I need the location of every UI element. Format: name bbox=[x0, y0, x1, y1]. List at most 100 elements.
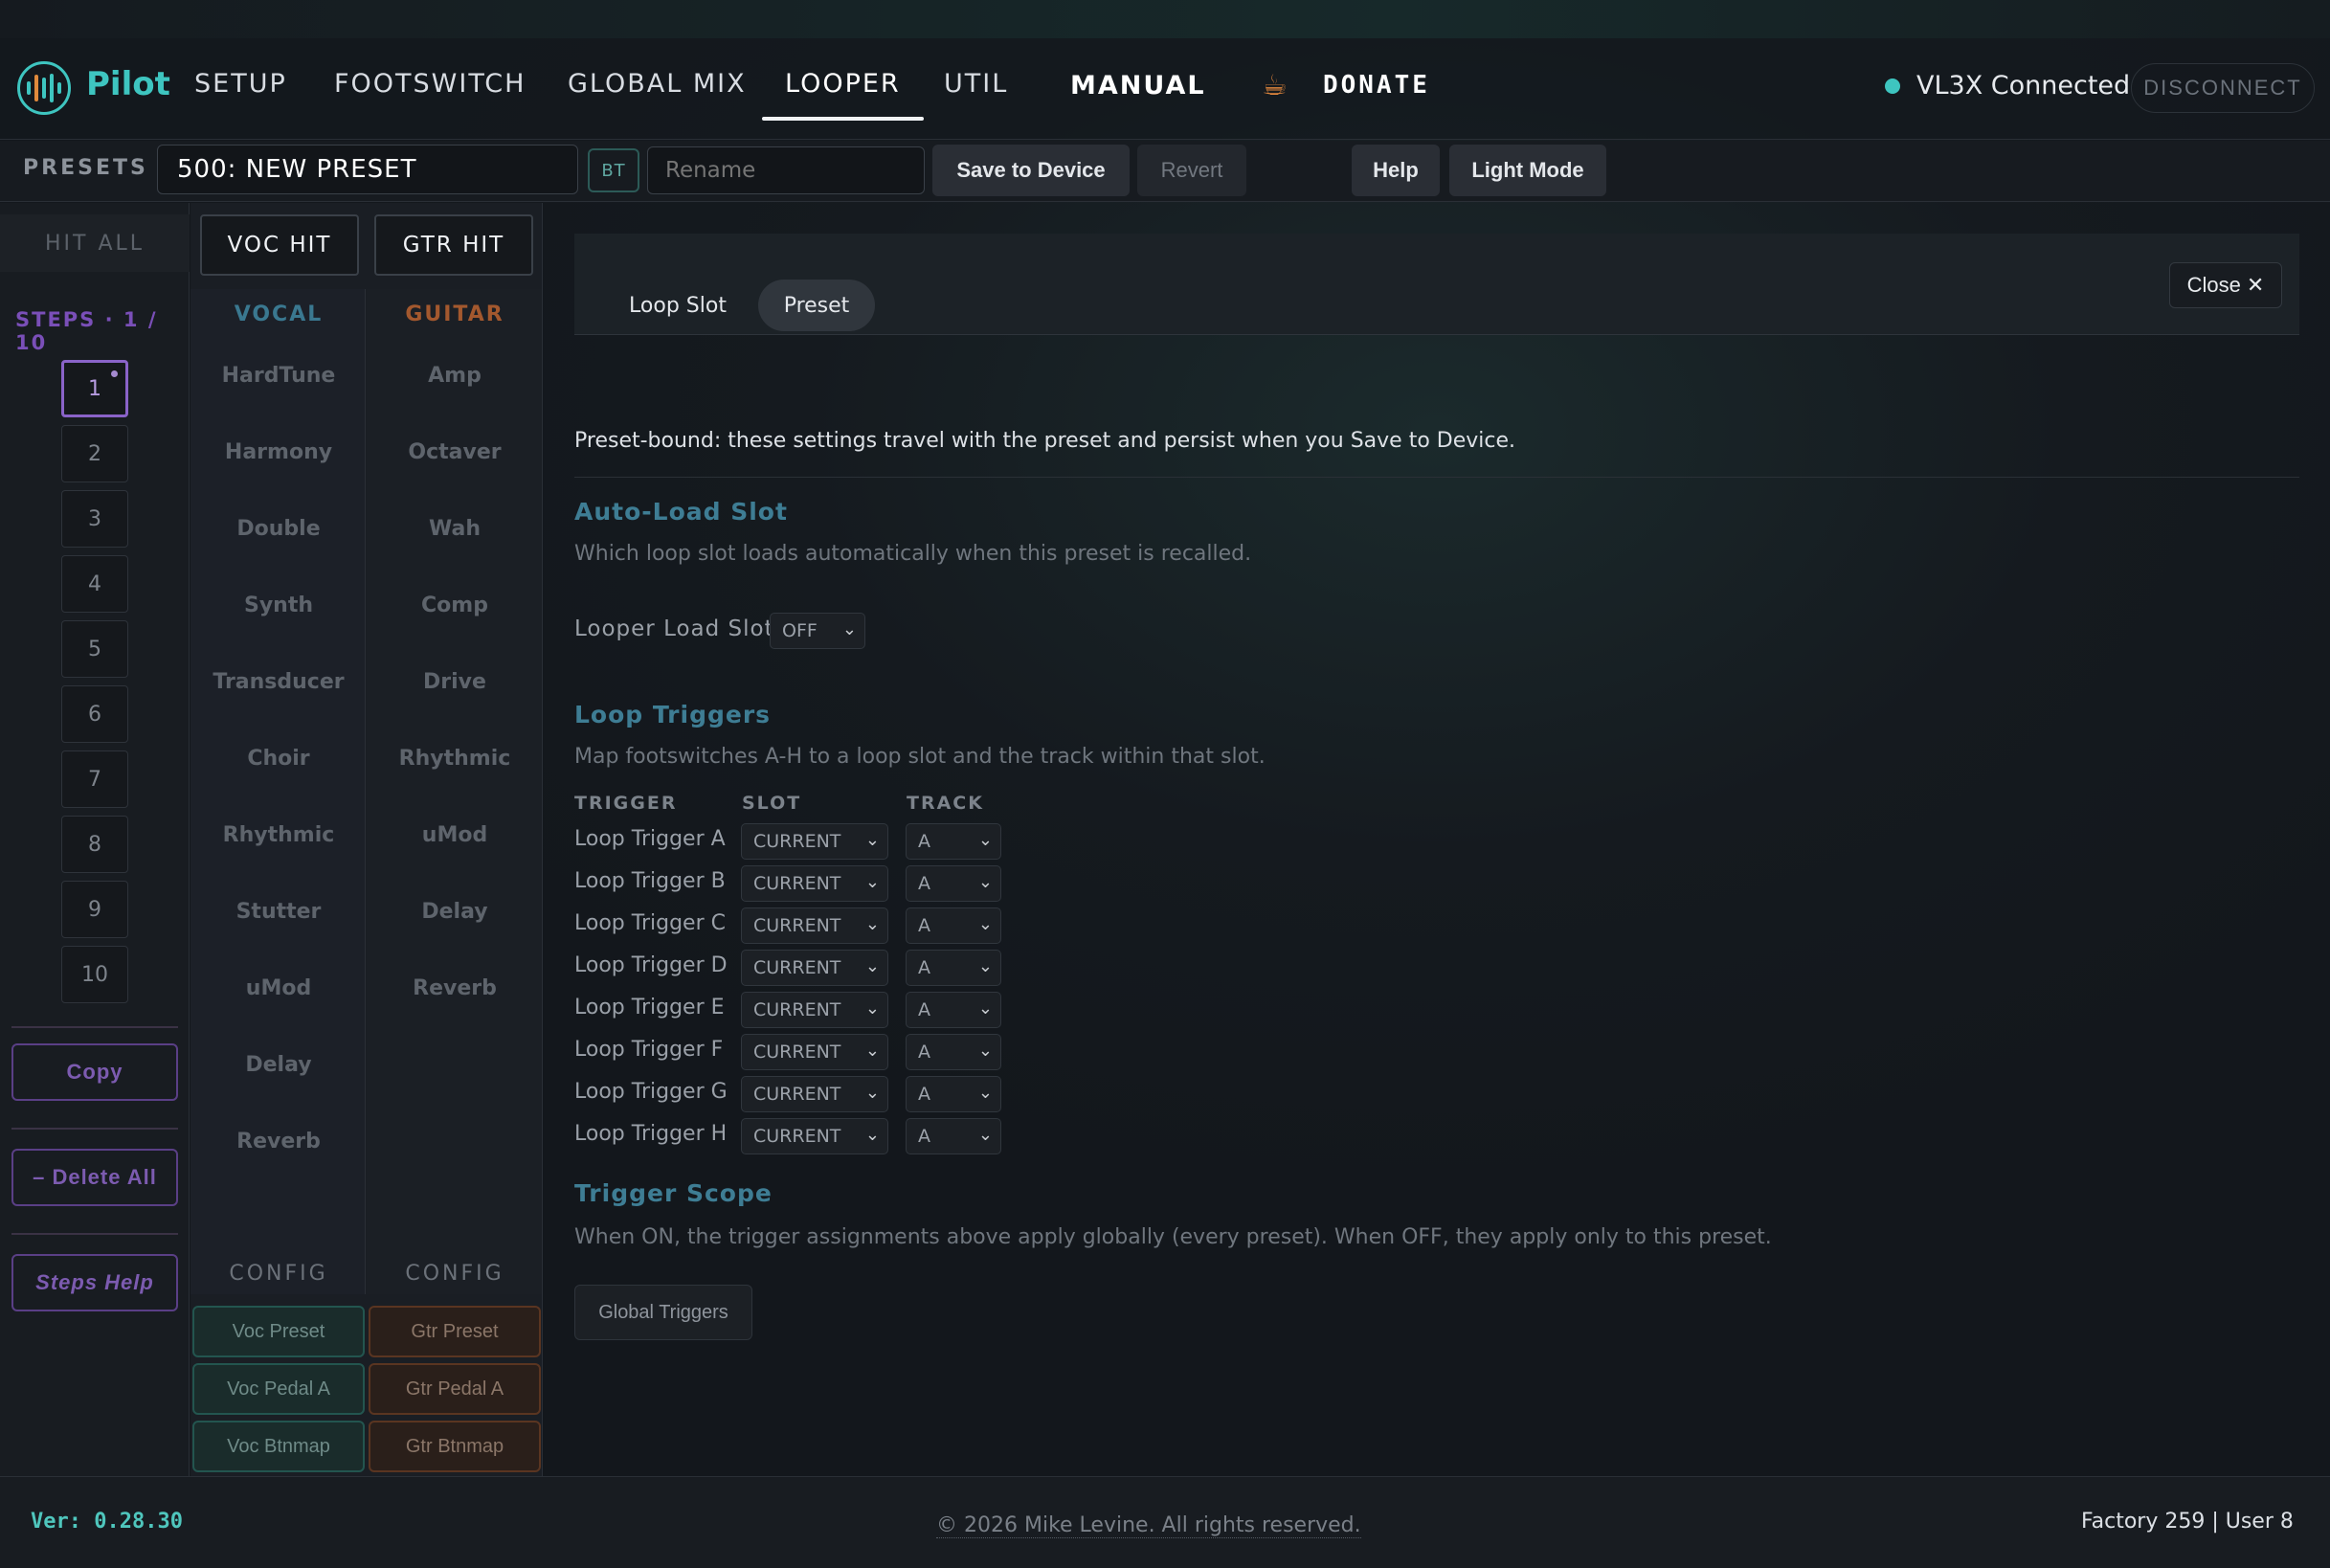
guitar-fx-delay[interactable]: Delay bbox=[367, 900, 543, 924]
trigger-label-h: Loop Trigger H bbox=[574, 1122, 728, 1146]
bt-button[interactable]: BT bbox=[588, 148, 639, 192]
vocal-fx-rhythmic[interactable]: Rhythmic bbox=[190, 823, 367, 847]
revert-button[interactable]: Revert bbox=[1137, 145, 1246, 196]
guitar-fx-drive[interactable]: Drive bbox=[367, 670, 543, 694]
trigger-d-slot-select[interactable]: CURRENT ⌄ bbox=[741, 950, 888, 986]
tab-preset[interactable]: Preset bbox=[758, 280, 875, 331]
voc-btnmap-button[interactable]: Voc Btnmap bbox=[192, 1421, 365, 1472]
gtr-hit-button[interactable]: GTR HIT bbox=[374, 214, 533, 276]
trigger-a-track-select[interactable]: A ⌄ bbox=[906, 823, 1001, 860]
chevron-down-icon: ⌄ bbox=[977, 830, 993, 850]
help-button[interactable]: Help bbox=[1352, 145, 1440, 196]
guitar-fx-wah[interactable]: Wah bbox=[367, 517, 543, 541]
vocal-fx-delay[interactable]: Delay bbox=[190, 1053, 367, 1077]
divider bbox=[11, 1128, 178, 1130]
tab-global-mix[interactable]: GLOBAL MIX bbox=[568, 69, 747, 99]
trigger-h-track-value: A bbox=[918, 1126, 930, 1147]
step-5[interactable]: 5 bbox=[61, 620, 128, 678]
manual-link[interactable]: MANUAL bbox=[1070, 71, 1206, 101]
vocal-config-label: CONFIG bbox=[229, 1262, 328, 1286]
vocal-fx-harmony[interactable]: Harmony bbox=[190, 440, 367, 464]
close-button[interactable]: Close ✕ bbox=[2169, 262, 2282, 308]
chevron-down-icon: ⌄ bbox=[864, 830, 880, 850]
looper-load-slot-label: Looper Load Slot bbox=[574, 616, 774, 641]
guitar-fx-rhythmic[interactable]: Rhythmic bbox=[367, 747, 543, 771]
trigger-f-slot-select[interactable]: CURRENT ⌄ bbox=[741, 1034, 888, 1070]
gtr-btnmap-button[interactable]: Gtr Btnmap bbox=[369, 1421, 541, 1472]
trigger-label-b: Loop Trigger B bbox=[574, 869, 726, 893]
global-triggers-toggle[interactable]: Global Triggers bbox=[574, 1285, 752, 1340]
trigger-c-track-select[interactable]: A ⌄ bbox=[906, 907, 1001, 944]
trigger-label-f: Loop Trigger F bbox=[574, 1038, 724, 1062]
step-7[interactable]: 7 bbox=[61, 750, 128, 808]
step-6[interactable]: 6 bbox=[61, 685, 128, 743]
tab-looper[interactable]: LOOPER bbox=[762, 69, 924, 121]
vocal-fx-stutter[interactable]: Stutter bbox=[190, 900, 367, 924]
vocal-fx-reverb[interactable]: Reverb bbox=[190, 1130, 367, 1154]
chevron-down-icon: ⌄ bbox=[864, 914, 880, 934]
trigger-e-track-value: A bbox=[918, 999, 930, 1020]
trigger-label-g: Loop Trigger G bbox=[574, 1080, 728, 1104]
step-9[interactable]: 9 bbox=[61, 881, 128, 938]
donate-link[interactable]: DONATE bbox=[1323, 71, 1430, 100]
guitar-fx-comp[interactable]: Comp bbox=[367, 594, 543, 617]
disconnect-button[interactable]: DISCONNECT bbox=[2131, 63, 2315, 113]
trigger-f-track-select[interactable]: A ⌄ bbox=[906, 1034, 1001, 1070]
trigger-b-slot-select[interactable]: CURRENT ⌄ bbox=[741, 865, 888, 902]
step-3[interactable]: 3 bbox=[61, 490, 128, 548]
vocal-fx-transducer[interactable]: Transducer bbox=[190, 670, 367, 694]
rename-input[interactable] bbox=[647, 146, 925, 194]
vocal-fx-synth[interactable]: Synth bbox=[190, 594, 367, 617]
trigger-d-track-select[interactable]: A ⌄ bbox=[906, 950, 1001, 986]
step-8[interactable]: 8 bbox=[61, 816, 128, 873]
step-4[interactable]: 4 bbox=[61, 555, 128, 613]
chevron-down-icon: ⌄ bbox=[864, 1125, 880, 1145]
trigger-c-slot-select[interactable]: CURRENT ⌄ bbox=[741, 907, 888, 944]
tab-footswitch[interactable]: FOOTSWITCH bbox=[334, 69, 526, 99]
looper-load-slot-select[interactable]: OFF ⌄ bbox=[770, 613, 865, 649]
step-1[interactable]: 1 bbox=[61, 360, 128, 417]
vocal-fx-double[interactable]: Double bbox=[190, 517, 367, 541]
trigger-a-slot-select[interactable]: CURRENT ⌄ bbox=[741, 823, 888, 860]
tab-loop-slot[interactable]: Loop Slot bbox=[613, 280, 743, 331]
preset-name-select[interactable]: 500: NEW PRESET bbox=[157, 145, 578, 194]
trigger-g-track-select[interactable]: A ⌄ bbox=[906, 1076, 1001, 1112]
save-to-device-button[interactable]: Save to Device bbox=[932, 145, 1130, 196]
trigger-e-track-select[interactable]: A ⌄ bbox=[906, 992, 1001, 1028]
copyright-link[interactable]: © 2026 Mike Levine. All rights reserved. bbox=[936, 1513, 1361, 1538]
trigger-b-track-select[interactable]: A ⌄ bbox=[906, 865, 1001, 902]
vocal-fx-hardtune[interactable]: HardTune bbox=[190, 364, 367, 388]
step-2[interactable]: 2 bbox=[61, 425, 128, 482]
guitar-fx-octaver[interactable]: Octaver bbox=[367, 440, 543, 464]
tab-util[interactable]: UTIL bbox=[944, 69, 1008, 99]
tab-setup[interactable]: SETUP bbox=[194, 69, 287, 99]
trigger-scope-description: When ON, the trigger assignments above a… bbox=[574, 1225, 1772, 1249]
voc-pedal-a-button[interactable]: Voc Pedal A bbox=[192, 1363, 365, 1415]
trigger-h-slot-select[interactable]: CURRENT ⌄ bbox=[741, 1118, 888, 1154]
trigger-h-track-select[interactable]: A ⌄ bbox=[906, 1118, 1001, 1154]
guitar-fx-amp[interactable]: Amp bbox=[367, 364, 543, 388]
voc-hit-button[interactable]: VOC HIT bbox=[200, 214, 359, 276]
trigger-e-slot-select[interactable]: CURRENT ⌄ bbox=[741, 992, 888, 1028]
trigger-g-slot-select[interactable]: CURRENT ⌄ bbox=[741, 1076, 888, 1112]
trigger-h-slot-value: CURRENT bbox=[753, 1126, 841, 1147]
gtr-preset-button[interactable]: Gtr Preset bbox=[369, 1306, 541, 1357]
step-10[interactable]: 10 bbox=[61, 946, 128, 1003]
vocal-fx-choir[interactable]: Choir bbox=[190, 747, 367, 771]
voc-preset-button[interactable]: Voc Preset bbox=[192, 1306, 365, 1357]
steps-help-button[interactable]: Steps Help bbox=[11, 1254, 178, 1311]
trigger-d-track-value: A bbox=[918, 957, 930, 978]
top-nav: Pilot SETUP FOOTSWITCH GLOBAL MIX LOOPER… bbox=[0, 38, 2330, 140]
steps-counter: STEPS · 1 / 10 bbox=[15, 308, 158, 354]
delete-all-steps-button[interactable]: – Delete All bbox=[11, 1149, 178, 1206]
vocal-fx-umod[interactable]: uMod bbox=[190, 976, 367, 1000]
guitar-fx-umod[interactable]: uMod bbox=[367, 823, 543, 847]
hit-all-button[interactable]: HIT ALL bbox=[0, 214, 190, 272]
gtr-pedal-a-button[interactable]: Gtr Pedal A bbox=[369, 1363, 541, 1415]
light-mode-button[interactable]: Light Mode bbox=[1449, 145, 1606, 196]
guitar-fx-reverb[interactable]: Reverb bbox=[367, 976, 543, 1000]
copy-step-button[interactable]: Copy bbox=[11, 1043, 178, 1101]
connection-status-dot-icon bbox=[1885, 78, 1900, 94]
trigger-a-track-value: A bbox=[918, 831, 930, 852]
trigger-label-e: Loop Trigger E bbox=[574, 996, 725, 1019]
